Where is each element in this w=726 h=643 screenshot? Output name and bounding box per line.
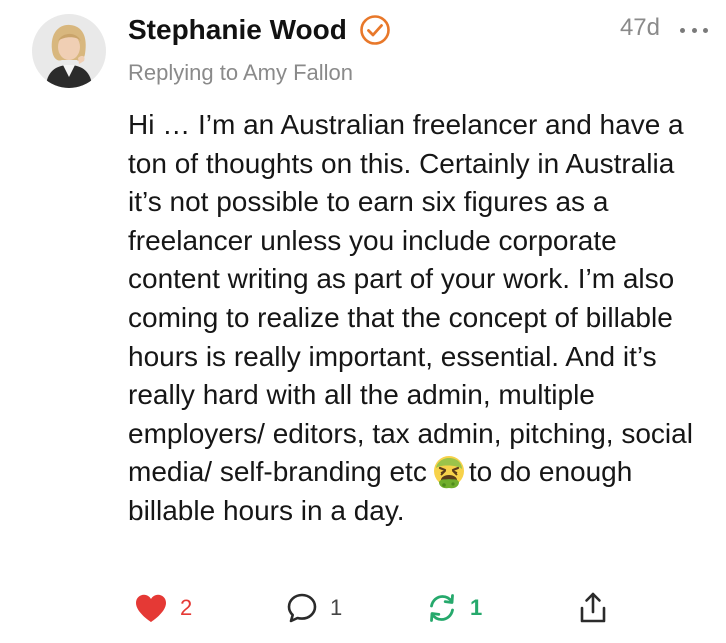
action-bar: 2 1 1 bbox=[0, 586, 726, 630]
author-name[interactable]: Stephanie Wood bbox=[128, 14, 347, 46]
replying-to-label[interactable]: Replying to Amy Fallon bbox=[128, 60, 353, 86]
comment-text-before-emoji: Hi … I’m an Australian freelancer and ha… bbox=[128, 109, 693, 488]
like-button[interactable]: 2 bbox=[134, 586, 192, 630]
share-icon bbox=[580, 592, 606, 623]
restack-button[interactable]: 1 bbox=[426, 586, 482, 630]
timestamp[interactable]: 47d bbox=[620, 14, 660, 42]
reply-button[interactable]: 1 bbox=[286, 586, 342, 630]
share-button[interactable] bbox=[578, 586, 608, 630]
comment-body: Hi … I’m an Australian freelancer and ha… bbox=[128, 106, 708, 531]
heart-icon bbox=[136, 594, 166, 622]
dot bbox=[703, 27, 708, 33]
like-count: 2 bbox=[180, 595, 193, 620]
restack-arrows-icon bbox=[430, 594, 454, 622]
dot bbox=[680, 27, 685, 33]
more-options-icon[interactable] bbox=[680, 20, 708, 40]
avatar[interactable] bbox=[32, 14, 106, 88]
reply-count: 1 bbox=[330, 595, 343, 620]
nauseated-face-emoji bbox=[431, 454, 467, 490]
restack-count: 1 bbox=[470, 595, 483, 620]
author-header: Stephanie Wood bbox=[128, 10, 391, 50]
verified-check-icon bbox=[359, 14, 391, 46]
speech-bubble-icon bbox=[287, 593, 317, 623]
dot bbox=[691, 27, 697, 33]
